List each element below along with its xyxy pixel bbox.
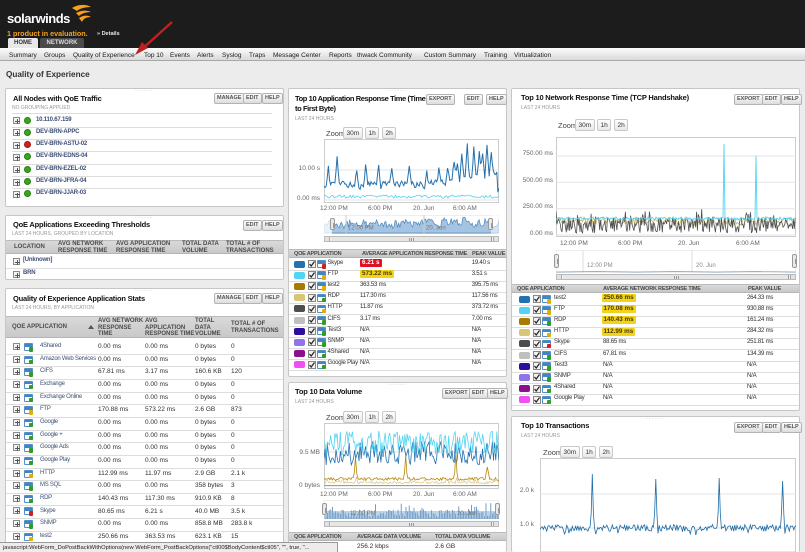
svg-text:12:00 PM: 12:00 PM — [587, 263, 613, 269]
svg-text:20. Jun: 20. Jun — [696, 263, 716, 269]
svg-text:12:00 PM: 12:00 PM — [348, 226, 374, 232]
svg-text:12:00 PM: 12:00 PM — [350, 511, 376, 517]
svg-text:20. Jun: 20. Jun — [457, 511, 477, 517]
svg-text:20. Jun: 20. Jun — [426, 226, 446, 232]
